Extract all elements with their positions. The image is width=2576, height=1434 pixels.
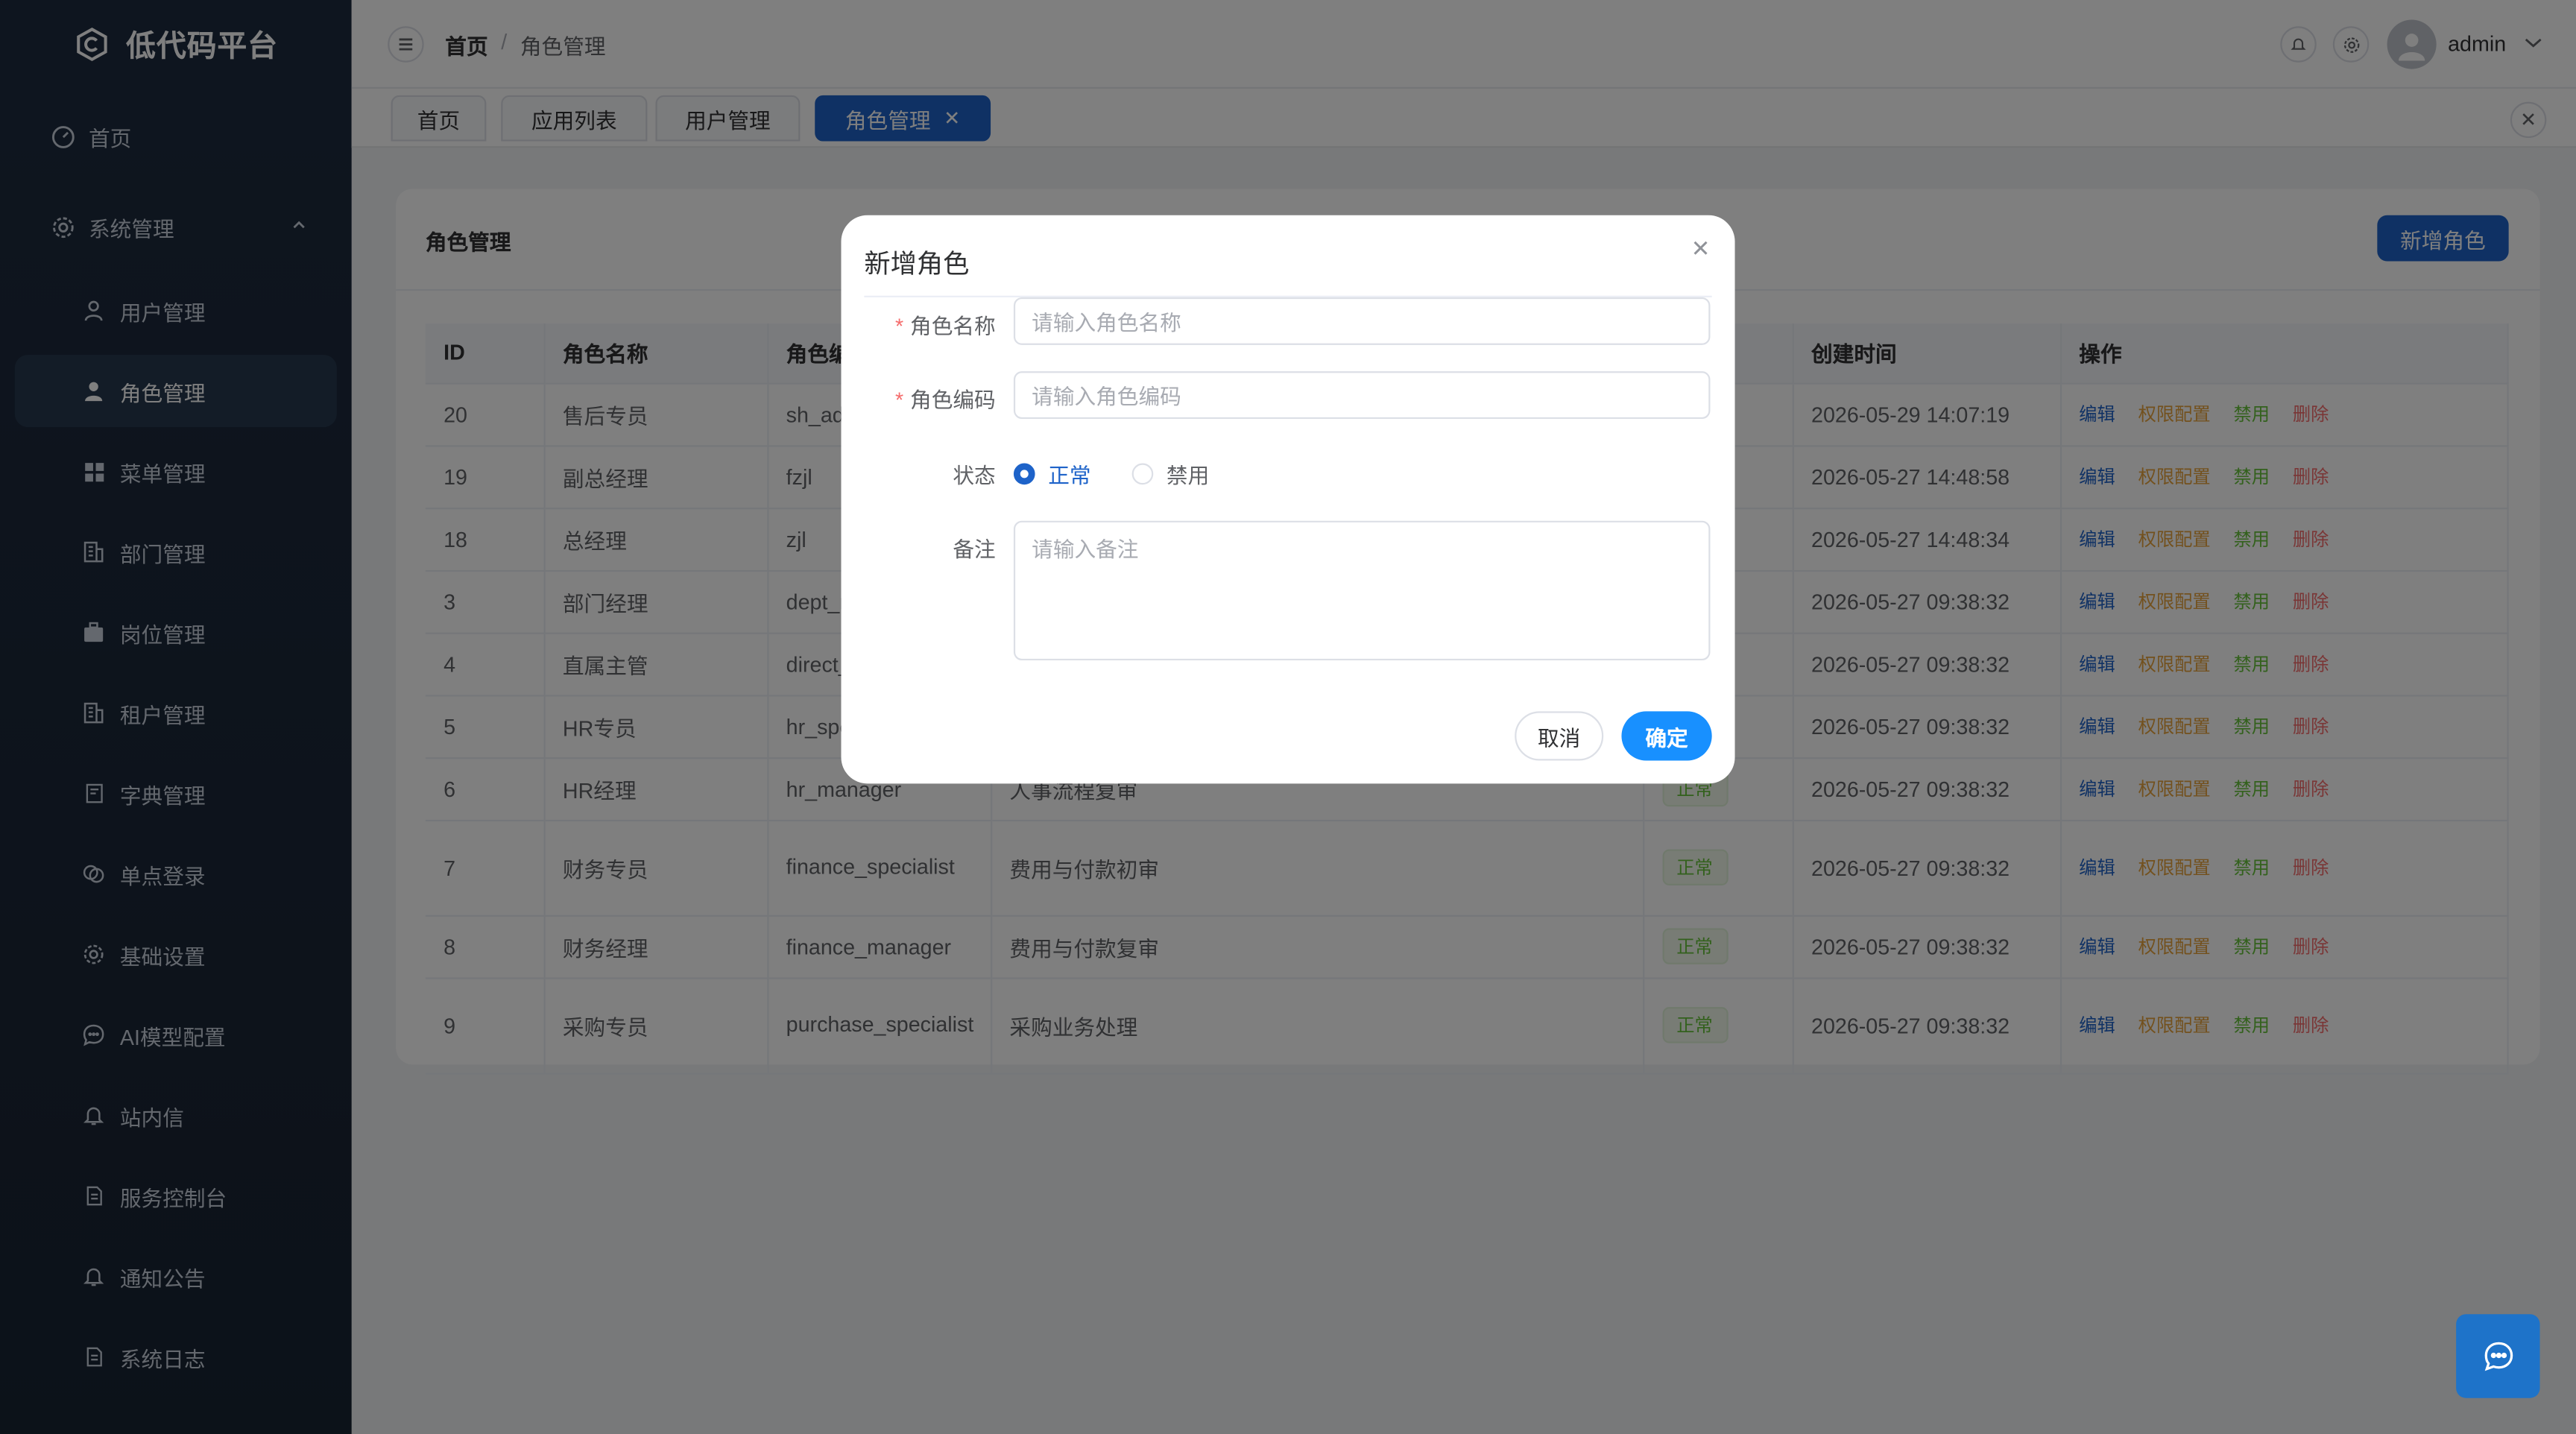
role-code-input[interactable]: 请输入角色编码 xyxy=(1013,371,1711,420)
label-text: 角色名称 xyxy=(910,313,996,339)
dialog-title: 新增角色 xyxy=(864,251,970,279)
close-icon[interactable]: ✕ xyxy=(1691,235,1711,262)
cancel-button[interactable]: 取消 xyxy=(1515,711,1604,761)
remark-label: 备注 xyxy=(953,537,996,562)
placeholder: 请输入角色编码 xyxy=(1032,384,1181,409)
radio-label: 正常 xyxy=(1048,463,1091,488)
remark-textarea[interactable]: 请输入备注 xyxy=(1013,520,1711,661)
chat-assistant-button[interactable] xyxy=(2456,1314,2540,1398)
add-role-dialog: 新增角色 ✕ * 角色名称 请输入角色名称 * 角色编码 请输入角色编码 状态 正常… xyxy=(841,215,1735,784)
status-radio-normal[interactable]: 正常 xyxy=(1013,458,1091,490)
radio-dot xyxy=(1131,463,1154,485)
placeholder: 请输入备注 xyxy=(1032,537,1139,562)
role-code-label: * 角色编码 xyxy=(895,388,996,413)
status-radio-disabled[interactable]: 禁用 xyxy=(1131,458,1210,490)
placeholder: 请输入角色名称 xyxy=(1032,310,1181,335)
role-name-input[interactable]: 请输入角色名称 xyxy=(1013,297,1711,345)
radio-label: 禁用 xyxy=(1166,463,1210,488)
radio-dot xyxy=(1013,463,1035,485)
label-text: 角色编码 xyxy=(910,388,996,413)
status-label: 状态 xyxy=(953,463,996,488)
role-name-label: * 角色名称 xyxy=(895,313,996,339)
chat-icon xyxy=(2484,1341,2513,1371)
confirm-button[interactable]: 确定 xyxy=(1621,711,1712,761)
